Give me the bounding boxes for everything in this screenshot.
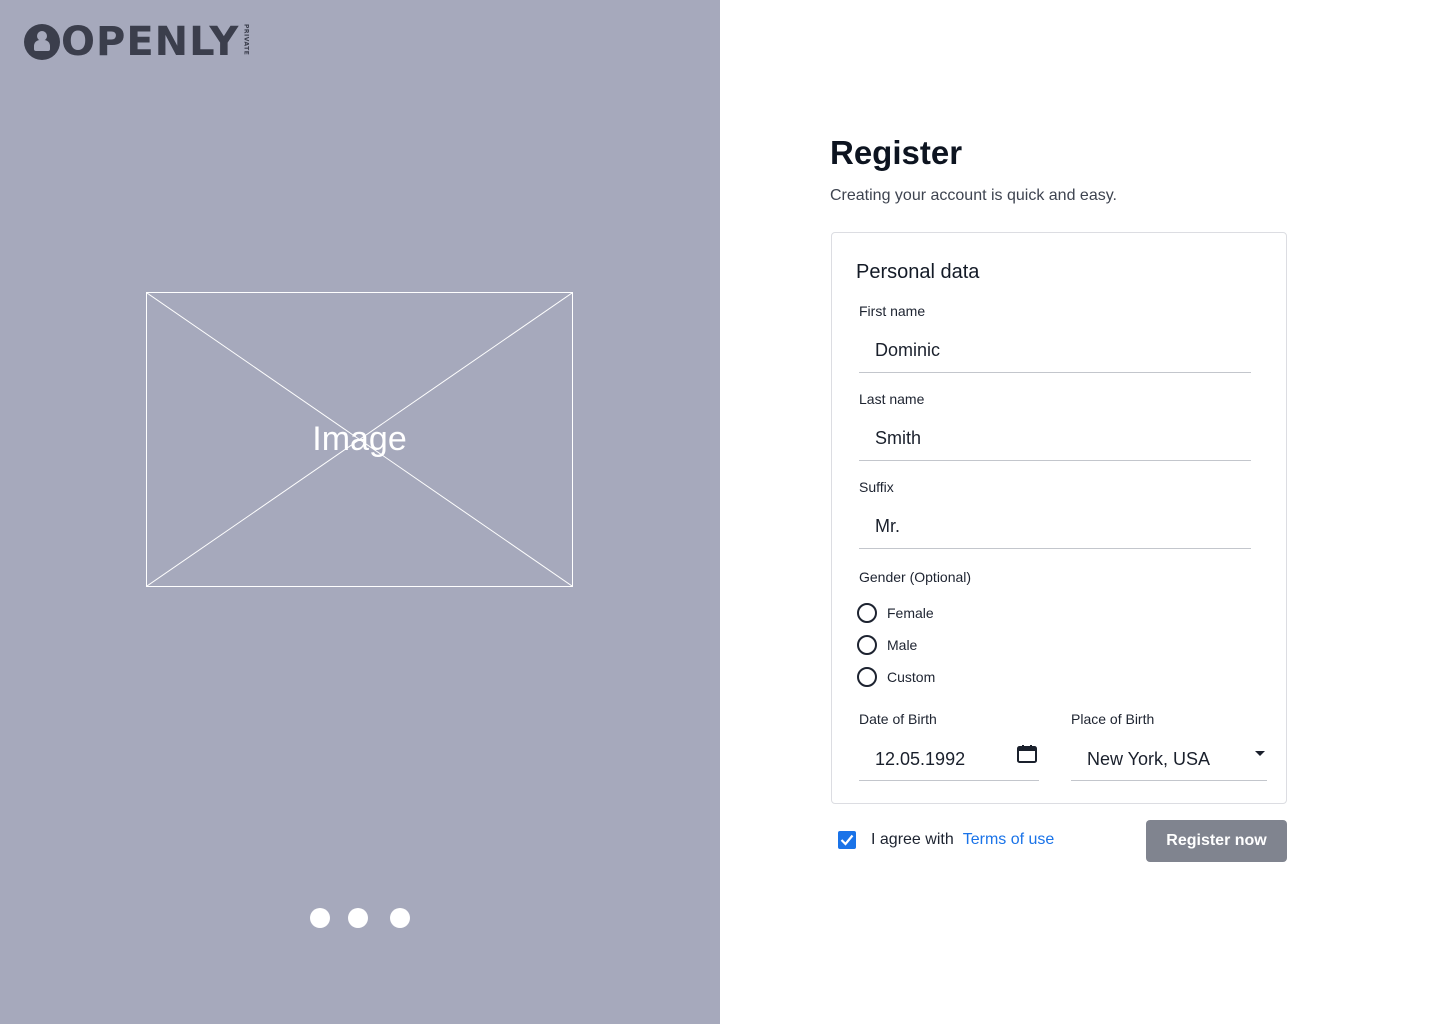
first-name-label: First name (859, 303, 926, 319)
gender-option-custom[interactable]: Custom (857, 667, 935, 687)
carousel-dots (310, 908, 410, 928)
carousel-dot-3[interactable] (390, 908, 410, 928)
calendar-icon[interactable] (1017, 745, 1037, 763)
register-now-button[interactable]: Register now (1146, 820, 1287, 862)
terms-agreement: I agree with Terms of use (838, 831, 1054, 849)
image-label: Image (312, 420, 407, 458)
agree-text: I agree with (871, 831, 954, 848)
carousel-dot-1[interactable] (310, 908, 330, 928)
place-of-birth-select[interactable]: New York, USA (1071, 737, 1267, 781)
terms-checkbox[interactable] (838, 831, 856, 849)
suffix-label: Suffix (859, 479, 894, 495)
carousel-dot-2[interactable] (348, 908, 368, 928)
radio-button[interactable] (857, 603, 877, 623)
page-subtitle: Creating your account is quick and easy. (830, 187, 1117, 204)
caret-down-icon[interactable] (1255, 751, 1265, 756)
gender-label: Gender (Optional) (859, 569, 972, 585)
gender-option-male[interactable]: Male (857, 635, 917, 655)
radio-label: Custom (887, 669, 936, 685)
suffix-field: Suffix (859, 479, 1251, 549)
hero-panel: OPENLY PRIVATE Image (0, 0, 720, 1024)
place-of-birth-field: Place of Birth New York, USA (1071, 711, 1267, 781)
radio-label: Male (887, 637, 918, 653)
first-name-field: First name (859, 303, 1251, 373)
gender-option-female[interactable]: Female (857, 603, 934, 623)
section-title: Personal data (856, 261, 980, 283)
radio-button[interactable] (857, 667, 877, 687)
date-of-birth-field: Date of Birth 12.05.1992 (859, 711, 1039, 781)
last-name-input[interactable] (859, 417, 1251, 461)
last-name-label: Last name (859, 391, 925, 407)
suffix-input[interactable] (859, 505, 1251, 549)
person-circle-icon (24, 24, 60, 60)
brand-name: OPENLY (61, 19, 240, 65)
personal-data-card: Personal data First name Last name Suffi… (831, 232, 1287, 804)
radio-label: Female (887, 605, 934, 621)
radio-button[interactable] (857, 635, 877, 655)
page-title: Register (830, 134, 963, 171)
date-of-birth-label: Date of Birth (859, 711, 937, 727)
hero-image-placeholder: Image (146, 292, 573, 587)
date-of-birth-input[interactable]: 12.05.1992 (859, 737, 1039, 781)
brand-logo[interactable]: OPENLY PRIVATE (24, 22, 249, 62)
check-icon (840, 834, 854, 846)
last-name-field: Last name (859, 391, 1251, 461)
brand-tag: PRIVATE (242, 24, 250, 56)
place-of-birth-label: Place of Birth (1071, 711, 1155, 727)
date-of-birth-value: 12.05.1992 (875, 749, 966, 769)
place-of-birth-value: New York, USA (1087, 749, 1211, 769)
first-name-input[interactable] (859, 329, 1251, 373)
terms-of-use-link[interactable]: Terms of use (963, 831, 1055, 849)
